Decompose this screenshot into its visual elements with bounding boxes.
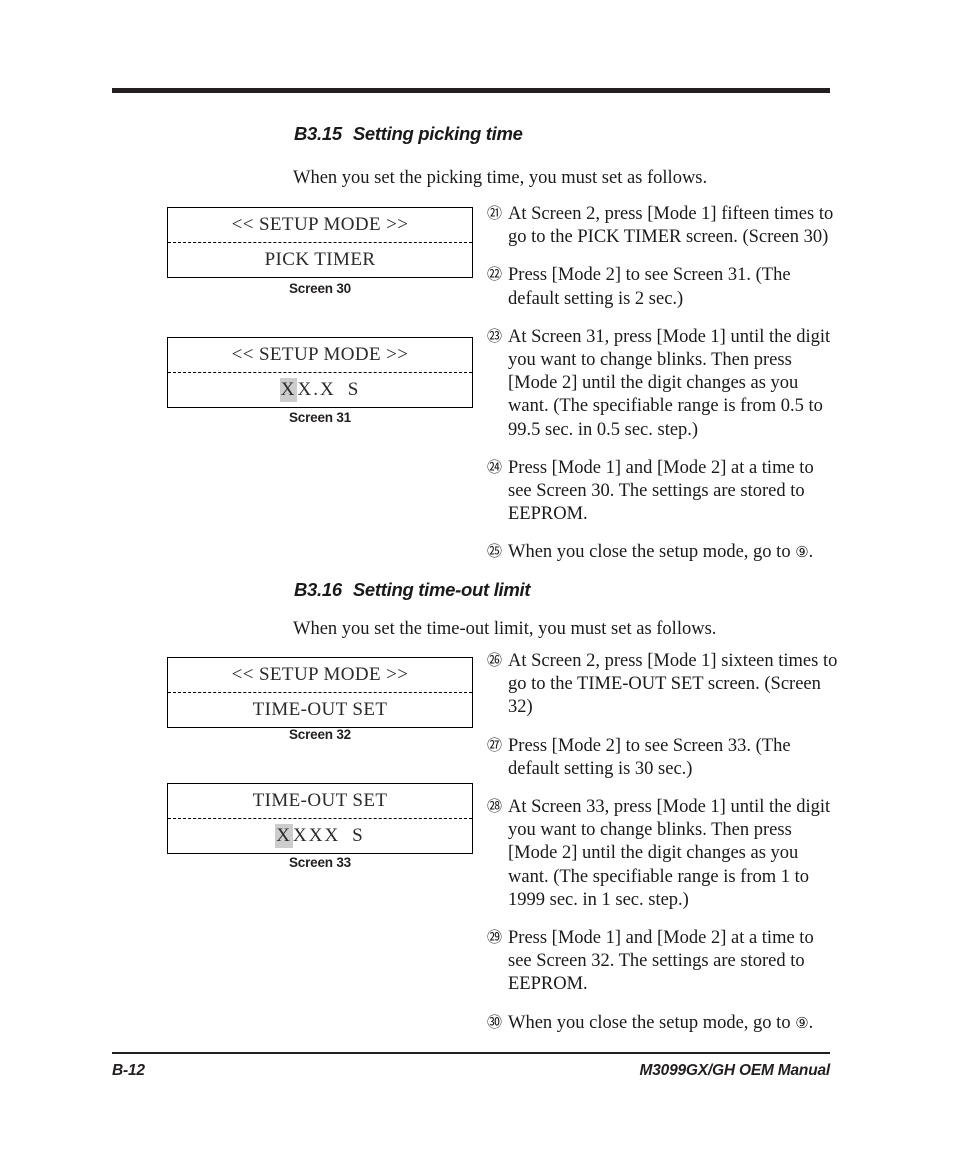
step-item: ㉖ At Screen 2, press [Mode 1] sixteen tim… [487, 650, 839, 720]
step-marker: ㉘ [487, 799, 503, 816]
step-text: Press [Mode 1] and [Mode 2] at a time to… [508, 928, 814, 995]
lcd-unit: S [347, 379, 361, 400]
step-text: At Screen 2, press [Mode 1] fifteen time… [508, 204, 834, 248]
step-text: When you close the setup mode, go to [508, 1012, 796, 1033]
step-marker: ㉔ [487, 459, 503, 476]
section-intro-b316: When you set the time-out limit, you mus… [293, 619, 717, 639]
step-marker: ㉗ [487, 737, 503, 754]
blinking-digit: X [279, 378, 298, 402]
step-item: ㉗ Press [Mode 2] to see Screen 33. (The d… [487, 735, 839, 781]
step-text: At Screen 2, press [Mode 1] sixteen time… [508, 651, 838, 718]
lcd-screen-31: << SETUP MODE >> XX.X S [167, 337, 473, 408]
lcd-digit: X [308, 825, 325, 846]
footer-manual-title: M3099GX/GH OEM Manual [639, 1062, 831, 1079]
lcd-line-2: TIME-OUT SET [252, 699, 388, 720]
step-item: ㉘ At Screen 33, press [Mode 1] until the … [487, 796, 839, 912]
step-item: ㉓ At Screen 31, press [Mode 1] until the … [487, 326, 839, 442]
screen-caption-31: Screen 31 [289, 410, 351, 425]
section-number: B3.15 [294, 123, 342, 144]
step-marker: ㉚ [487, 1014, 503, 1031]
step-item: ㉑ At Screen 2, press [Mode 1] fifteen tim… [487, 203, 839, 249]
lcd-digit: X [324, 825, 341, 846]
step-text: When you close the setup mode, go to [508, 542, 796, 563]
step-marker: ㉓ [487, 328, 503, 345]
section-number: B3.16 [294, 579, 342, 600]
step-text: Press [Mode 2] to see Screen 33. (The de… [508, 735, 791, 779]
lcd-digit: X [319, 379, 336, 400]
step-reference-circled: ⑨ [795, 545, 809, 562]
section-heading-b315: B3.15 Setting picking time [294, 123, 523, 145]
footer-page-number: B-12 [112, 1062, 145, 1079]
lcd-digit-line: XXXX S [168, 819, 472, 853]
section-intro-b315: When you set the picking time, you must … [293, 168, 708, 188]
step-marker: ㉒ [487, 267, 503, 284]
step-list-b315: ㉑ At Screen 2, press [Mode 1] fifteen tim… [487, 203, 839, 566]
blinking-digit: X [275, 824, 293, 848]
step-item: ㉔ Press [Mode 1] and [Mode 2] at a time t… [487, 457, 839, 527]
section-heading-b316: B3.16 Setting time-out limit [294, 579, 531, 601]
lcd-unit: S [352, 825, 365, 846]
step-reference-circled: ⑨ [795, 1015, 809, 1032]
lcd-screen-32: << SETUP MODE >> TIME-OUT SET [167, 657, 473, 728]
step-marker: ㉑ [487, 206, 503, 222]
step-item: ㉒ Press [Mode 2] to see Screen 31. (The d… [487, 264, 839, 310]
lcd-screen-33: TIME-OUT SET XXXX S [167, 783, 473, 854]
lcd-line-1: << SETUP MODE >> [168, 658, 472, 693]
section-title: Setting picking time [352, 123, 523, 144]
lcd-digit: X [292, 825, 309, 846]
step-item: ㉚ When you close the setup mode, go to ⑨. [487, 1012, 839, 1036]
section-title: Setting time-out limit [352, 579, 531, 600]
lcd-line-1: << SETUP MODE >> [168, 338, 472, 373]
step-text-tail: . [808, 1012, 814, 1033]
step-text: At Screen 33, press [Mode 1] until the d… [508, 797, 831, 910]
step-marker: ㉕ [487, 544, 503, 561]
step-item: ㉙ Press [Mode 1] and [Mode 2] at a time t… [487, 927, 839, 997]
footer-rule [112, 1052, 830, 1054]
lcd-screen-30: << SETUP MODE >> PICK TIMER [167, 207, 473, 278]
header-rule [112, 88, 830, 93]
screen-caption-32: Screen 32 [289, 727, 351, 742]
step-text: Press [Mode 1] and [Mode 2] at a time to… [508, 457, 814, 525]
step-text-tail: . [808, 542, 814, 563]
lcd-line-2: PICK TIMER [264, 249, 376, 270]
step-text: Press [Mode 2] to see Screen 31. (The de… [508, 265, 791, 309]
lcd-digit: X [297, 379, 314, 400]
screen-caption-33: Screen 33 [289, 855, 351, 870]
lcd-line-1: TIME-OUT SET [168, 784, 472, 819]
step-marker: ㉙ [487, 930, 503, 947]
step-item: ㉕ When you close the setup mode, go to ⑨. [487, 541, 839, 565]
step-marker: ㉖ [487, 653, 503, 669]
lcd-digit: . [313, 379, 320, 400]
lcd-line-1: << SETUP MODE >> [168, 208, 472, 243]
lcd-digit-line: XX.X S [168, 373, 472, 407]
manual-page: B3.15 Setting picking time When you set t… [0, 0, 954, 1151]
step-list-b316: ㉖ At Screen 2, press [Mode 1] sixteen tim… [487, 650, 839, 1036]
screen-caption-30: Screen 30 [289, 281, 351, 296]
step-text: At Screen 31, press [Mode 1] until the d… [508, 326, 831, 440]
